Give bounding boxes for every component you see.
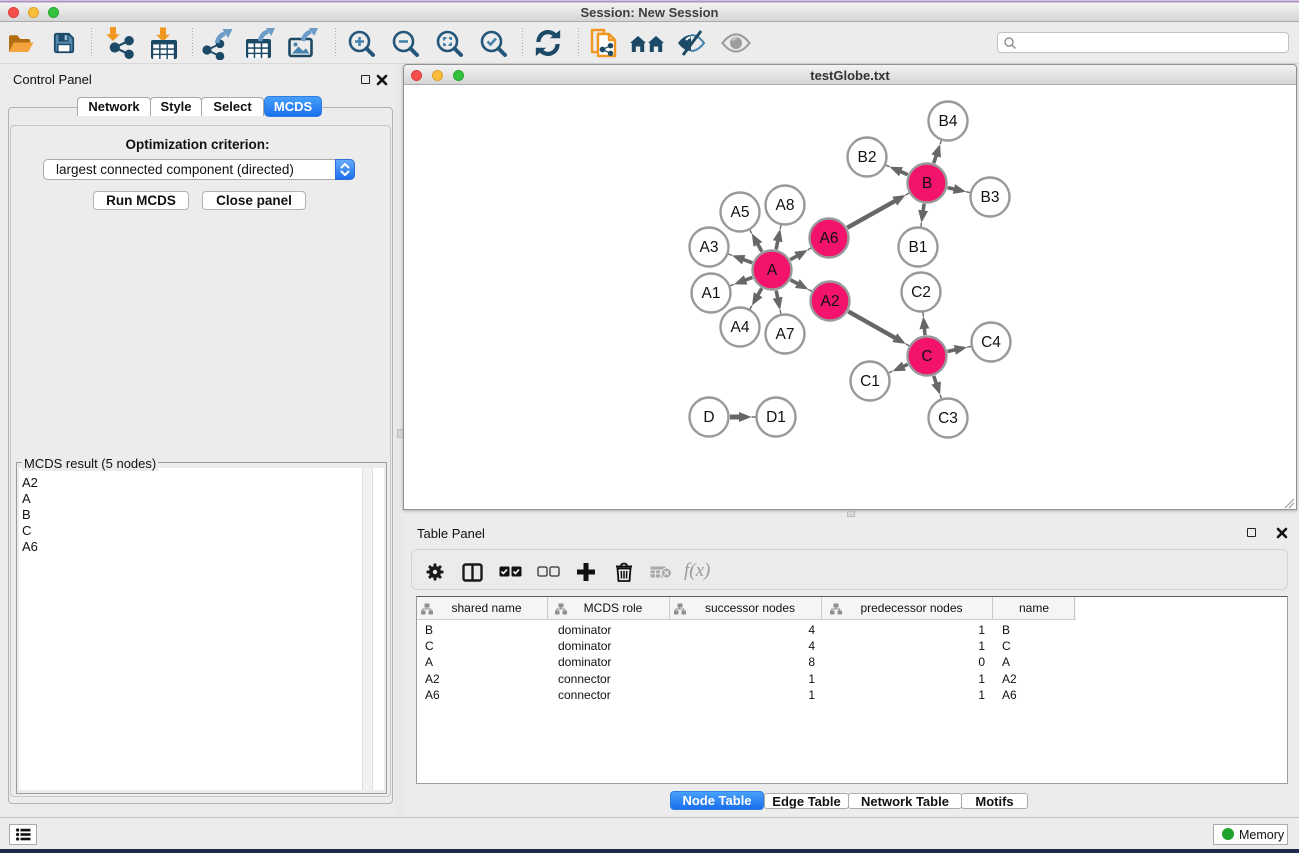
svg-text:B2: B2: [858, 149, 877, 166]
svg-text:C: C: [921, 348, 932, 365]
svg-text:A2: A2: [821, 293, 840, 310]
svg-text:A7: A7: [776, 326, 795, 343]
svg-text:A6: A6: [820, 230, 839, 247]
svg-text:A1: A1: [702, 285, 721, 302]
svg-text:C3: C3: [938, 410, 958, 427]
svg-text:B1: B1: [909, 239, 928, 256]
svg-text:C4: C4: [981, 334, 1001, 351]
svg-text:C1: C1: [860, 373, 880, 390]
svg-text:D1: D1: [766, 409, 786, 426]
svg-text:B: B: [922, 175, 932, 192]
svg-text:C2: C2: [911, 284, 931, 301]
svg-text:A8: A8: [776, 197, 795, 214]
svg-text:D: D: [703, 409, 714, 426]
svg-text:B3: B3: [981, 189, 1000, 206]
svg-text:A5: A5: [731, 204, 750, 221]
svg-text:A4: A4: [731, 319, 750, 336]
svg-text:B4: B4: [939, 113, 958, 130]
svg-text:A: A: [767, 262, 778, 279]
svg-text:A3: A3: [700, 239, 719, 256]
